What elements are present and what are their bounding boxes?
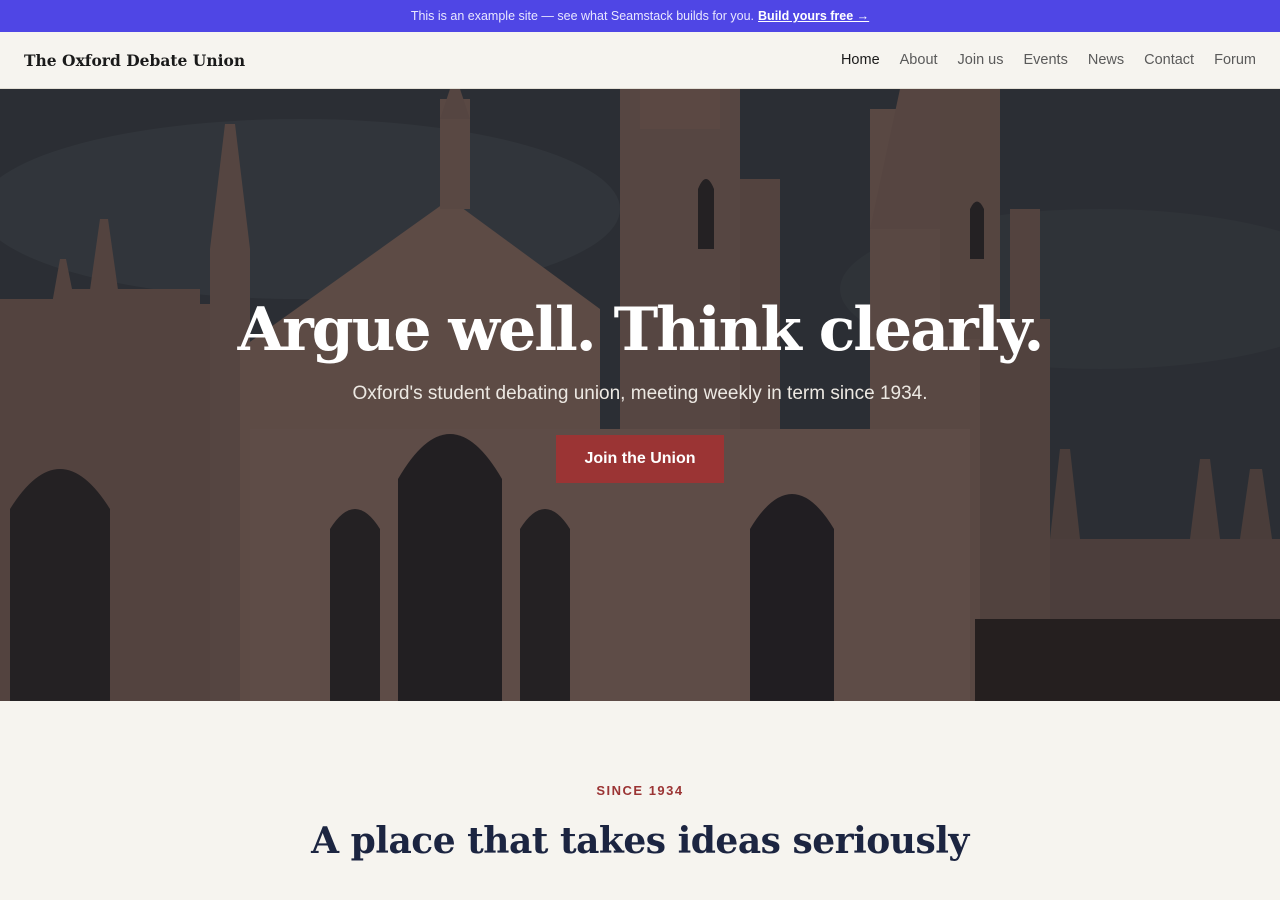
hero-title: Argue well. Think clearly. <box>237 295 1045 365</box>
nav-home[interactable]: Home <box>841 52 880 68</box>
hero-subtitle: Oxford's student debating union, meeting… <box>352 383 928 404</box>
about-section: SINCE 1934 A place that takes ideas seri… <box>0 701 1280 862</box>
section-title: A place that takes ideas seriously <box>311 820 969 862</box>
nav-news[interactable]: News <box>1088 52 1124 68</box>
main-nav: Home About Join us Events News Contact F… <box>841 52 1256 68</box>
hero: Argue well. Think clearly. Oxford's stud… <box>0 89 1280 701</box>
nav-forum[interactable]: Forum <box>1214 52 1256 68</box>
nav-events[interactable]: Events <box>1024 52 1068 68</box>
promo-text: This is an example site — see what Seams… <box>410 9 755 23</box>
section-eyebrow: SINCE 1934 <box>596 783 684 798</box>
hero-content: Argue well. Think clearly. Oxford's stud… <box>0 297 1280 483</box>
site-brand[interactable]: The Oxford Debate Union <box>24 51 245 70</box>
nav-about[interactable]: About <box>900 52 938 68</box>
join-the-union-button[interactable]: Join the Union <box>556 435 724 483</box>
build-yours-link[interactable]: Build yours free → <box>758 9 869 23</box>
nav-contact[interactable]: Contact <box>1144 52 1194 68</box>
nav-join-us[interactable]: Join us <box>958 52 1004 68</box>
promo-banner: This is an example site — see what Seams… <box>0 0 1280 32</box>
site-header: The Oxford Debate Union Home About Join … <box>0 32 1280 89</box>
